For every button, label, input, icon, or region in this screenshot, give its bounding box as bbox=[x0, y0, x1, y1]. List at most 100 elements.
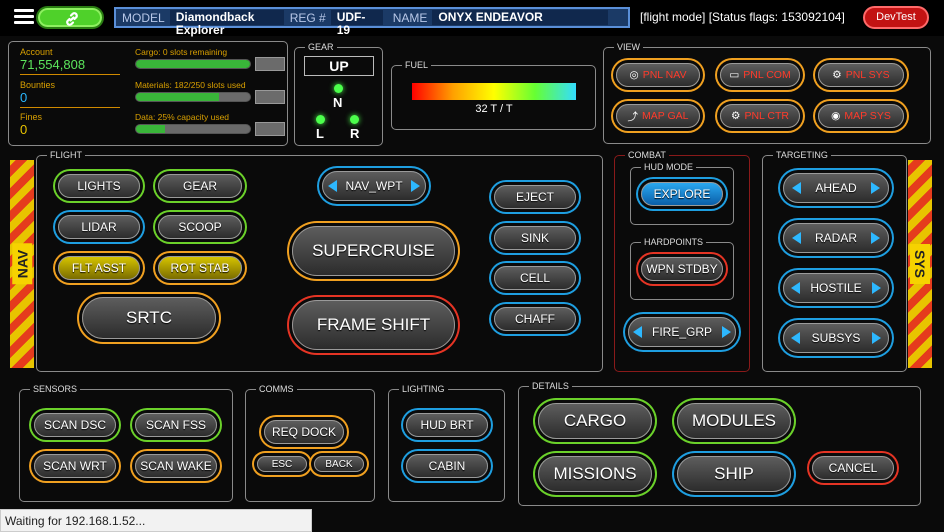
map-sys-label: MAP SYS bbox=[844, 110, 891, 122]
devtest-button[interactable]: DevTest bbox=[863, 6, 929, 29]
gear-l-label: L bbox=[316, 126, 324, 141]
cell-button[interactable]: CELL bbox=[494, 266, 576, 290]
cargo-bar bbox=[135, 59, 251, 69]
arrow-left-icon bbox=[790, 332, 800, 344]
lights-button[interactable]: LIGHTS bbox=[58, 174, 140, 198]
scan-wrt-button[interactable]: SCAN WRT bbox=[34, 454, 116, 478]
cargo-button[interactable]: CARGO bbox=[538, 403, 652, 439]
reg-label: REG # bbox=[289, 10, 326, 25]
supercruise-button[interactable]: SUPERCRUISE bbox=[292, 226, 455, 276]
pnl-nav-button[interactable]: ◎ PNL NAV bbox=[616, 63, 700, 87]
sink-button[interactable]: SINK bbox=[494, 226, 576, 250]
cargo-bar-fill bbox=[136, 60, 250, 68]
pnl-sys-button[interactable]: ⚙ PNL SYS bbox=[818, 63, 904, 87]
arrow-right-icon bbox=[870, 182, 880, 194]
fines-value: 0 bbox=[20, 122, 28, 137]
map-gal-label: MAP GAL bbox=[642, 110, 689, 122]
gear-state: UP bbox=[304, 56, 374, 76]
lighting-title: LIGHTING bbox=[399, 383, 448, 395]
arrow-right-icon bbox=[871, 282, 881, 294]
arrow-left-icon bbox=[632, 326, 642, 338]
fines-label: Fines bbox=[20, 112, 43, 122]
status-bar: Waiting for 192.168.1.52... bbox=[0, 509, 312, 532]
fuel-title: FUEL bbox=[402, 59, 432, 71]
fire-grp-label: FIRE_GRP bbox=[651, 325, 712, 339]
fuel-gauge bbox=[412, 83, 576, 100]
gear-n-label: N bbox=[333, 95, 343, 110]
account-value: 71,554,808 bbox=[20, 57, 86, 72]
flt-asst-button[interactable]: FLT ASST bbox=[58, 256, 140, 280]
hud-mode-title: HUD MODE bbox=[641, 161, 696, 173]
eject-button[interactable]: EJECT bbox=[494, 185, 576, 209]
view-title: VIEW bbox=[614, 41, 644, 53]
model-label: MODEL bbox=[122, 10, 165, 25]
subsys-button[interactable]: SUBSYS bbox=[783, 323, 889, 353]
status-flags-text: [flight mode] [Status flags: 153092104] bbox=[640, 10, 845, 24]
nav-label: NAV bbox=[12, 243, 32, 285]
scan-wake-button[interactable]: SCAN WAKE bbox=[135, 454, 217, 478]
fire-grp-button[interactable]: FIRE_GRP bbox=[628, 317, 736, 347]
hud-brt-button[interactable]: HUD BRT bbox=[406, 413, 488, 437]
modules-button[interactable]: MODULES bbox=[677, 403, 791, 439]
combat-title: COMBAT bbox=[625, 149, 669, 161]
gear-button[interactable]: GEAR bbox=[158, 174, 242, 198]
arrow-right-icon bbox=[872, 332, 882, 344]
scoop-button[interactable]: SCOOP bbox=[158, 215, 242, 239]
divider bbox=[20, 107, 120, 108]
gears-icon: ⚙ bbox=[731, 110, 741, 122]
nav-stripe: NAV bbox=[10, 160, 34, 368]
ahead-button[interactable]: AHEAD bbox=[783, 173, 889, 203]
sys-label: SYS bbox=[910, 243, 931, 285]
map-gal-button[interactable]: ⤴ MAP GAL bbox=[616, 104, 700, 128]
pnl-ctr-label: PNL CTR bbox=[744, 110, 789, 122]
cargo-bar-label: Cargo: 0 slots remaining bbox=[135, 47, 228, 57]
materials-bar-box bbox=[255, 90, 285, 104]
data-bar-label: Data: 25% capacity used bbox=[135, 112, 230, 122]
top-bar: MODEL Diamondback Explorer REG # UDF-19 … bbox=[0, 0, 944, 37]
cancel-button[interactable]: CANCEL bbox=[812, 456, 894, 480]
gear-l-indicator bbox=[316, 115, 325, 124]
gear-title: GEAR bbox=[305, 41, 337, 53]
nav-wpt-button[interactable]: NAV_WPT bbox=[322, 171, 426, 201]
menu-icon[interactable] bbox=[14, 9, 34, 25]
cabin-button[interactable]: CABIN bbox=[406, 454, 488, 478]
rot-stab-button[interactable]: ROT STAB bbox=[158, 256, 242, 280]
map-sys-button[interactable]: ◉ MAP SYS bbox=[818, 104, 904, 128]
targeting-title: TARGETING bbox=[773, 149, 831, 161]
srtc-button[interactable]: SRTC bbox=[82, 297, 216, 339]
pnl-ctr-button[interactable]: ⚙ PNL CTR bbox=[720, 104, 800, 128]
sys-stripe: SYS bbox=[908, 160, 932, 368]
radar-button[interactable]: RADAR bbox=[783, 223, 889, 253]
missions-button[interactable]: MISSIONS bbox=[538, 456, 652, 492]
connection-button[interactable] bbox=[36, 6, 104, 29]
route-icon: ⤴ bbox=[627, 110, 639, 123]
lidar-button[interactable]: LIDAR bbox=[58, 215, 140, 239]
esc-button[interactable]: ESC bbox=[257, 456, 307, 472]
wpn-stdby-button[interactable]: WPN STDBY bbox=[641, 257, 723, 281]
name-value: ONYX ENDEAVOR bbox=[432, 10, 609, 25]
gear-r-indicator bbox=[350, 115, 359, 124]
link-icon bbox=[66, 12, 78, 26]
back-button[interactable]: BACK bbox=[314, 456, 364, 472]
materials-bar-label: Materials: 182/250 slots used bbox=[135, 80, 246, 90]
explore-button[interactable]: EXPLORE bbox=[641, 182, 723, 206]
scan-dsc-button[interactable]: SCAN DSC bbox=[34, 413, 116, 437]
system-map-icon: ◉ bbox=[831, 110, 841, 122]
frame-shift-button[interactable]: FRAME SHIFT bbox=[292, 300, 455, 350]
data-bar bbox=[135, 124, 251, 134]
pnl-com-label: PNL COM bbox=[743, 69, 791, 81]
ship-button[interactable]: SHIP bbox=[677, 456, 791, 492]
subsys-label: SUBSYS bbox=[811, 331, 861, 345]
hostile-button[interactable]: HOSTILE bbox=[783, 273, 889, 303]
pnl-sys-label: PNL SYS bbox=[845, 69, 890, 81]
req-dock-button[interactable]: REQ DOCK bbox=[264, 420, 344, 444]
divider bbox=[20, 74, 120, 75]
pnl-com-button[interactable]: ▭ PNL COM bbox=[720, 63, 800, 87]
materials-bar-fill bbox=[136, 93, 219, 101]
bounties-value: 0 bbox=[20, 90, 28, 105]
chaff-button[interactable]: CHAFF bbox=[494, 307, 576, 331]
flight-title: FLIGHT bbox=[47, 149, 86, 161]
scan-fss-button[interactable]: SCAN FSS bbox=[135, 413, 217, 437]
ship-info-bar: MODEL Diamondback Explorer REG # UDF-19 … bbox=[114, 7, 630, 37]
hostile-label: HOSTILE bbox=[810, 281, 862, 295]
